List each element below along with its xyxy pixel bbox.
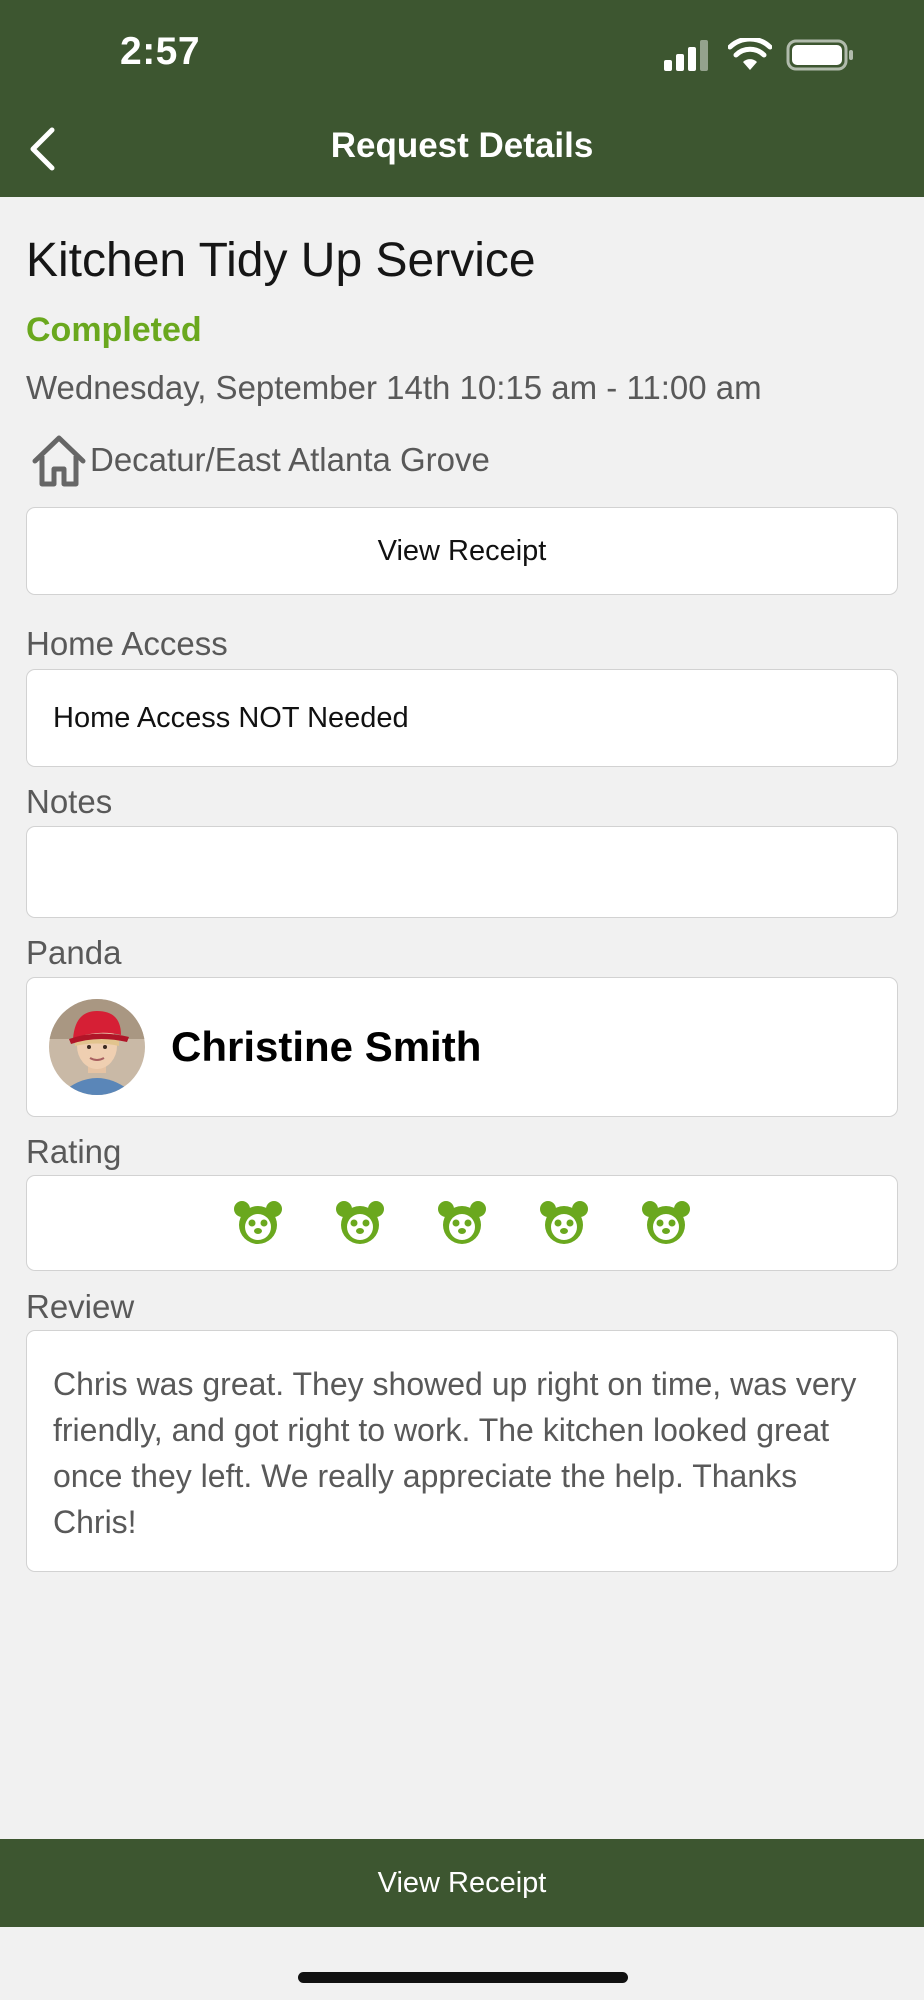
view-receipt-label: View Receipt: [377, 534, 547, 567]
location-label: Decatur/East Atlanta Grove: [90, 441, 490, 478]
panda-label: Panda: [26, 934, 122, 971]
app-header: 2:57 Request Details: [0, 0, 924, 197]
home-access-field[interactable]: Home Access NOT Needed: [26, 669, 898, 767]
review-text: Chris was great. They showed up right on…: [53, 1366, 857, 1540]
appointment-datetime: Wednesday, September 14th 10:15 am - 11:…: [26, 369, 762, 406]
bottom-view-receipt-label: View Receipt: [377, 1866, 547, 1899]
rating-field: [26, 1175, 898, 1271]
service-title: Kitchen Tidy Up Service: [26, 234, 536, 287]
battery-icon: [786, 39, 853, 71]
wifi-icon: [728, 38, 772, 70]
page-title: Request Details: [330, 126, 594, 165]
rating-label: Rating: [26, 1133, 122, 1170]
panda-face-icon[interactable]: [335, 1200, 385, 1246]
review-label: Review: [26, 1288, 135, 1325]
panda-card[interactable]: Christine Smith: [26, 977, 898, 1117]
panda-face-icon[interactable]: [539, 1200, 589, 1246]
review-field[interactable]: Chris was great. They showed up right on…: [26, 1330, 898, 1572]
signal-icon: [664, 40, 708, 71]
avatar: [49, 999, 145, 1095]
panda-name: Christine Smith: [171, 1023, 482, 1070]
home-access-label: Home Access: [26, 625, 228, 662]
panda-face-icon[interactable]: [437, 1200, 487, 1246]
status-label: Completed: [26, 311, 202, 349]
notes-field[interactable]: [26, 826, 898, 918]
view-receipt-button[interactable]: View Receipt: [26, 507, 898, 595]
panda-face-icon[interactable]: [233, 1200, 283, 1246]
panda-face-icon[interactable]: [641, 1200, 691, 1246]
notes-label: Notes: [26, 783, 113, 820]
home-access-value: Home Access NOT Needed: [53, 701, 409, 734]
status-time: 2:57: [120, 30, 201, 73]
home-indicator: [298, 1972, 628, 1983]
bottom-view-receipt-button[interactable]: View Receipt: [0, 1839, 924, 1927]
location: Decatur/East Atlanta Grove: [26, 432, 490, 488]
home-icon: [32, 435, 86, 487]
